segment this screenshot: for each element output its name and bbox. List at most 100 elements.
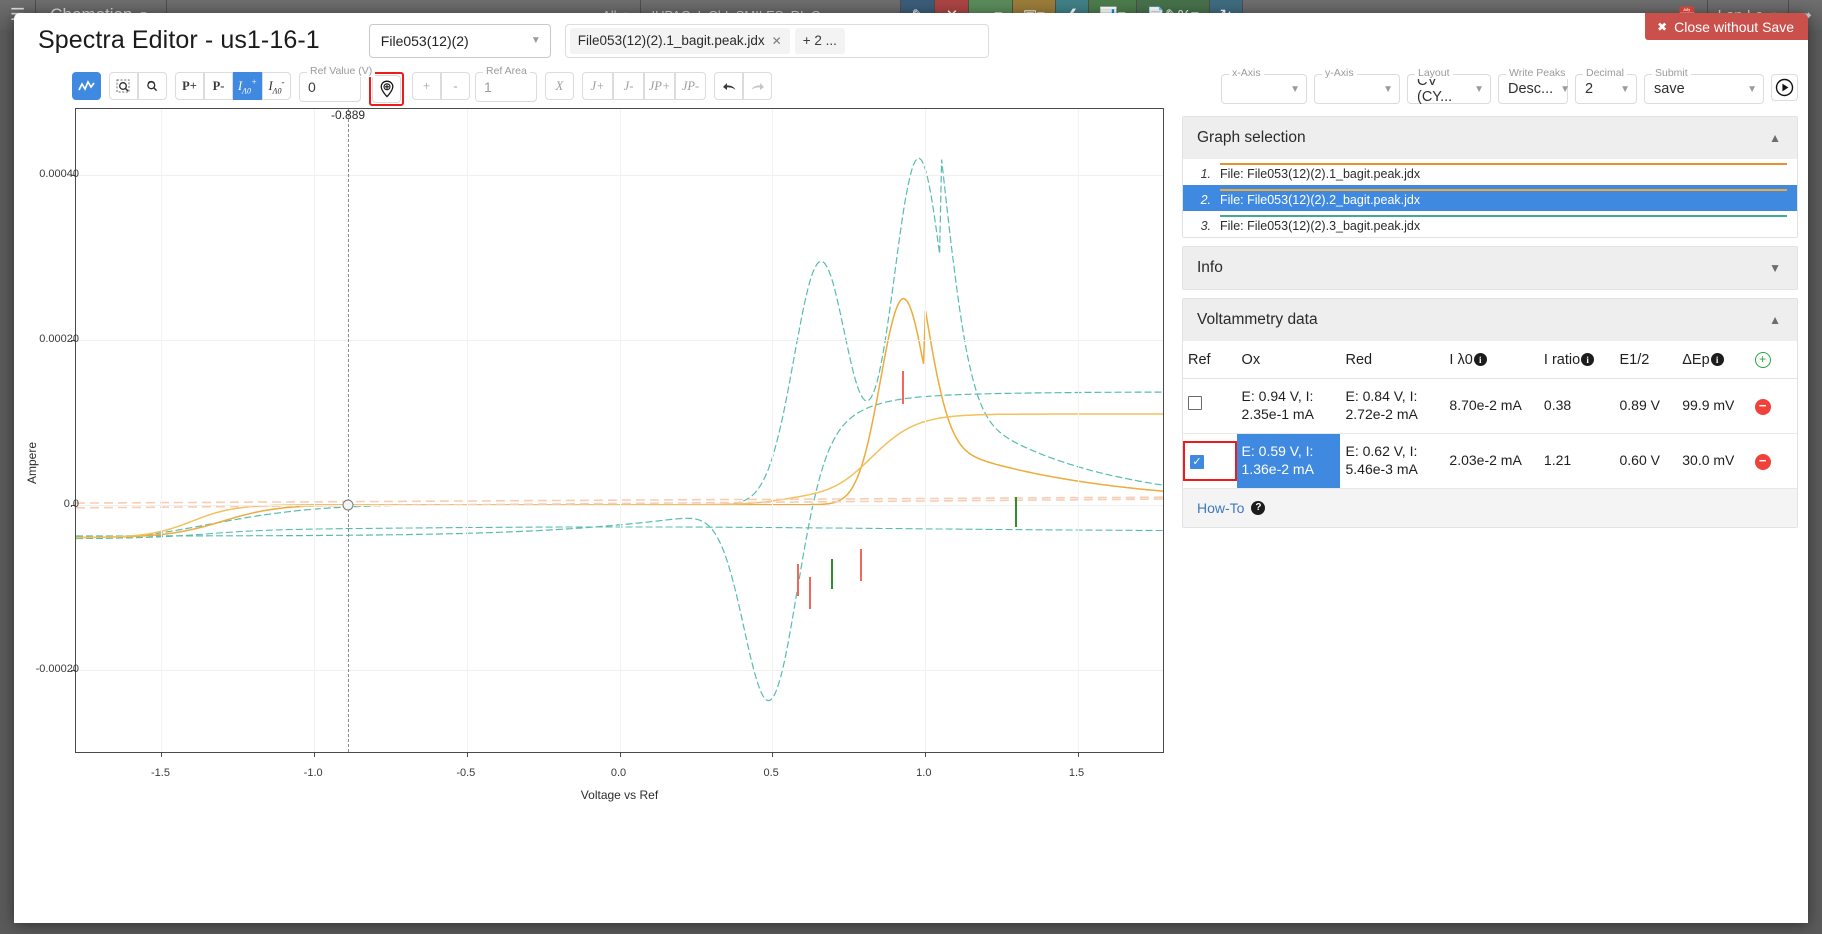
close-icon[interactable]: ✕ bbox=[772, 34, 782, 48]
info-header[interactable]: Info ▼ bbox=[1183, 247, 1797, 289]
chevron-down-icon[interactable]: ▼ bbox=[1769, 261, 1781, 275]
col-i-lambda0-label: I λ0 bbox=[1449, 352, 1472, 368]
chevron-up-icon[interactable]: ▲ bbox=[1769, 313, 1781, 327]
voltammetry-header[interactable]: Voltammetry data ▲ bbox=[1183, 299, 1797, 341]
x-tick-mark bbox=[467, 752, 468, 757]
clear-x-button[interactable]: X bbox=[545, 72, 574, 100]
delta-ep-cell[interactable]: 30.0 mV bbox=[1677, 433, 1749, 488]
redo-icon[interactable] bbox=[743, 72, 772, 100]
decimal-select[interactable]: Decimal 2 ▼ bbox=[1575, 74, 1637, 104]
increment-button[interactable]: + bbox=[412, 72, 441, 100]
ref-cell[interactable]: ✓ bbox=[1183, 433, 1237, 488]
layout-select[interactable]: Layout CV (CY... ▼ bbox=[1407, 74, 1491, 104]
voltammetry-table-head: Ref Ox Red I λ0i I ratioi E1/2 bbox=[1183, 341, 1797, 379]
graph-selection-header[interactable]: Graph selection ▲ bbox=[1183, 117, 1797, 159]
how-to-link[interactable]: How-To bbox=[1197, 500, 1244, 516]
file-tab-bar: File053(12)(2).1_bagit.peak.jdx ✕ + 2 ..… bbox=[565, 24, 989, 58]
file-tab-more[interactable]: + 2 ... bbox=[795, 28, 845, 54]
y-axis-title: Ampere bbox=[25, 442, 39, 484]
i-ratio-cell[interactable]: 1.21 bbox=[1539, 433, 1615, 488]
decrement-button[interactable]: - bbox=[441, 72, 470, 100]
graph-selection-item-1[interactable]: 1. File: File053(12)(2).1_bagit.peak.jdx bbox=[1183, 159, 1797, 185]
peak-marker[interactable] bbox=[1015, 497, 1017, 527]
i-lambda0-cell[interactable]: 8.70e-2 mA bbox=[1444, 379, 1538, 434]
help-circle-icon[interactable]: ? bbox=[1251, 501, 1265, 515]
add-circle-icon[interactable]: + bbox=[1755, 352, 1771, 368]
info-icon[interactable]: i bbox=[1474, 353, 1487, 366]
table-row[interactable]: ✓ E: 0.59 V, I: 1.36e-2 mAE: 0.62 V, I: 5… bbox=[1183, 433, 1797, 488]
graph-selection-item-3[interactable]: 3.File: File053(12)(2).3_bagit.peak.jdx bbox=[1183, 211, 1797, 237]
ilambda-remove-button[interactable]: IΛ0- bbox=[262, 72, 291, 100]
zoom-select-icon[interactable] bbox=[109, 72, 138, 100]
play-icon[interactable] bbox=[1771, 74, 1798, 101]
ref-checkbox[interactable]: ✓ bbox=[1190, 455, 1204, 469]
modal-header: Spectra Editor - us1-16-1 File053(12)(2)… bbox=[14, 13, 1808, 68]
graph-item-label: File: File053(12)(2).1_bagit.peak.jdx bbox=[1220, 165, 1787, 181]
col-ox: Ox bbox=[1237, 341, 1341, 379]
e-half-cell[interactable]: 0.89 V bbox=[1615, 379, 1678, 434]
jp-minus-button[interactable]: JP- bbox=[675, 72, 706, 100]
add-reference-marker[interactable] bbox=[372, 75, 401, 103]
file-tab-1[interactable]: File053(12)(2).1_bagit.peak.jdx ✕ bbox=[570, 28, 790, 54]
spectra-editor-modal: Spectra Editor - us1-16-1 File053(12)(2)… bbox=[14, 13, 1808, 923]
j-buttons-group: J+ J- JP+ JP- bbox=[582, 72, 706, 100]
zoom-reset-icon[interactable] bbox=[138, 72, 167, 100]
info-icon[interactable]: i bbox=[1581, 353, 1594, 366]
ox-cell[interactable]: E: 0.59 V, I: 1.36e-2 mA bbox=[1237, 433, 1341, 488]
chevron-up-icon[interactable]: ▲ bbox=[1769, 131, 1781, 145]
plot-area[interactable]: -0.889 bbox=[75, 108, 1164, 753]
x-tick-label: 0.0 bbox=[611, 767, 626, 779]
jp-plus-button[interactable]: JP+ bbox=[644, 72, 675, 100]
zoom-group bbox=[109, 72, 167, 100]
graph-selection-item-2[interactable]: 2.File: File053(12)(2).2_bagit.peak.jdx bbox=[1183, 185, 1797, 211]
submit-select[interactable]: Submit save ▼ bbox=[1644, 74, 1764, 104]
peak-add-button[interactable]: P+ bbox=[175, 72, 204, 100]
ref-value-input[interactable]: 0 bbox=[308, 79, 316, 95]
undo-icon[interactable] bbox=[714, 72, 743, 100]
chevron-down-icon: ▼ bbox=[1290, 84, 1300, 95]
graph-selection-list: 1. File: File053(12)(2).1_bagit.peak.jdx 2… bbox=[1183, 159, 1797, 237]
j-minus-button[interactable]: J- bbox=[613, 72, 644, 100]
ref-value-field[interactable]: Ref Value (V) 0 bbox=[299, 72, 361, 102]
chevron-down-icon: ▼ bbox=[531, 35, 541, 46]
delta-ep-cell[interactable]: 99.9 mV bbox=[1677, 379, 1749, 434]
peak-marker[interactable] bbox=[860, 549, 862, 581]
close-without-save-button[interactable]: ✖ Close without Save bbox=[1645, 13, 1808, 40]
ref-checkbox[interactable] bbox=[1188, 396, 1202, 410]
y-axis-label: y-Axis bbox=[1322, 67, 1357, 79]
ref-area-field[interactable]: Ref Area 1 bbox=[475, 72, 537, 102]
close-icon: ✖ bbox=[1657, 20, 1667, 34]
submit-label: Submit bbox=[1652, 67, 1691, 79]
cursor-handle[interactable] bbox=[343, 499, 354, 510]
row-actions-cell: − bbox=[1750, 433, 1797, 488]
ref-area-input[interactable]: 1 bbox=[484, 79, 492, 95]
write-peaks-label: Write Peaks bbox=[1506, 67, 1568, 79]
red-cell[interactable]: E: 0.84 V, I: 2.72e-2 mA bbox=[1340, 379, 1444, 434]
red-cell[interactable]: E: 0.62 V, I: 5.46e-3 mA bbox=[1340, 433, 1444, 488]
line-chart-toggle[interactable] bbox=[72, 72, 101, 100]
chevron-down-icon: ▼ bbox=[1383, 84, 1393, 95]
graph-item-index: 1. bbox=[1197, 163, 1211, 181]
table-row[interactable]: E: 0.94 V, I: 2.35e-1 mAE: 0.84 V, I: 2.… bbox=[1183, 379, 1797, 434]
info-icon[interactable]: i bbox=[1711, 353, 1724, 366]
spectra-chart[interactable]: Ampere Voltage vs Ref -0.889 0.000400.00… bbox=[14, 116, 1174, 923]
e-half-cell[interactable]: 0.60 V bbox=[1615, 433, 1678, 488]
x-axis-select[interactable]: x-Axis ▼ bbox=[1221, 74, 1307, 104]
write-peaks-select[interactable]: Write Peaks Desc... ▼ bbox=[1498, 74, 1568, 104]
ox-cell[interactable]: E: 0.94 V, I: 2.35e-1 mA bbox=[1237, 379, 1341, 434]
peak-remove-button[interactable]: P- bbox=[204, 72, 233, 100]
col-i-ratio: I ratioi bbox=[1539, 341, 1615, 379]
ilambda-add-button[interactable]: IΛ0+ bbox=[233, 72, 262, 100]
i-ratio-cell[interactable]: 0.38 bbox=[1539, 379, 1615, 434]
remove-circle-icon[interactable]: − bbox=[1755, 454, 1771, 470]
i-lambda0-cell[interactable]: 2.03e-2 mA bbox=[1444, 433, 1538, 488]
remove-circle-icon[interactable]: − bbox=[1755, 399, 1771, 415]
ref-cell[interactable] bbox=[1183, 379, 1237, 434]
y-axis-select[interactable]: y-Axis ▼ bbox=[1314, 74, 1400, 104]
peak-marker[interactable] bbox=[809, 577, 811, 609]
peak-marker[interactable] bbox=[902, 371, 904, 404]
peak-marker[interactable] bbox=[797, 564, 799, 596]
peak-marker[interactable] bbox=[831, 559, 833, 589]
sample-select[interactable]: File053(12)(2) ▼ bbox=[369, 24, 551, 58]
j-plus-button[interactable]: J+ bbox=[582, 72, 613, 100]
